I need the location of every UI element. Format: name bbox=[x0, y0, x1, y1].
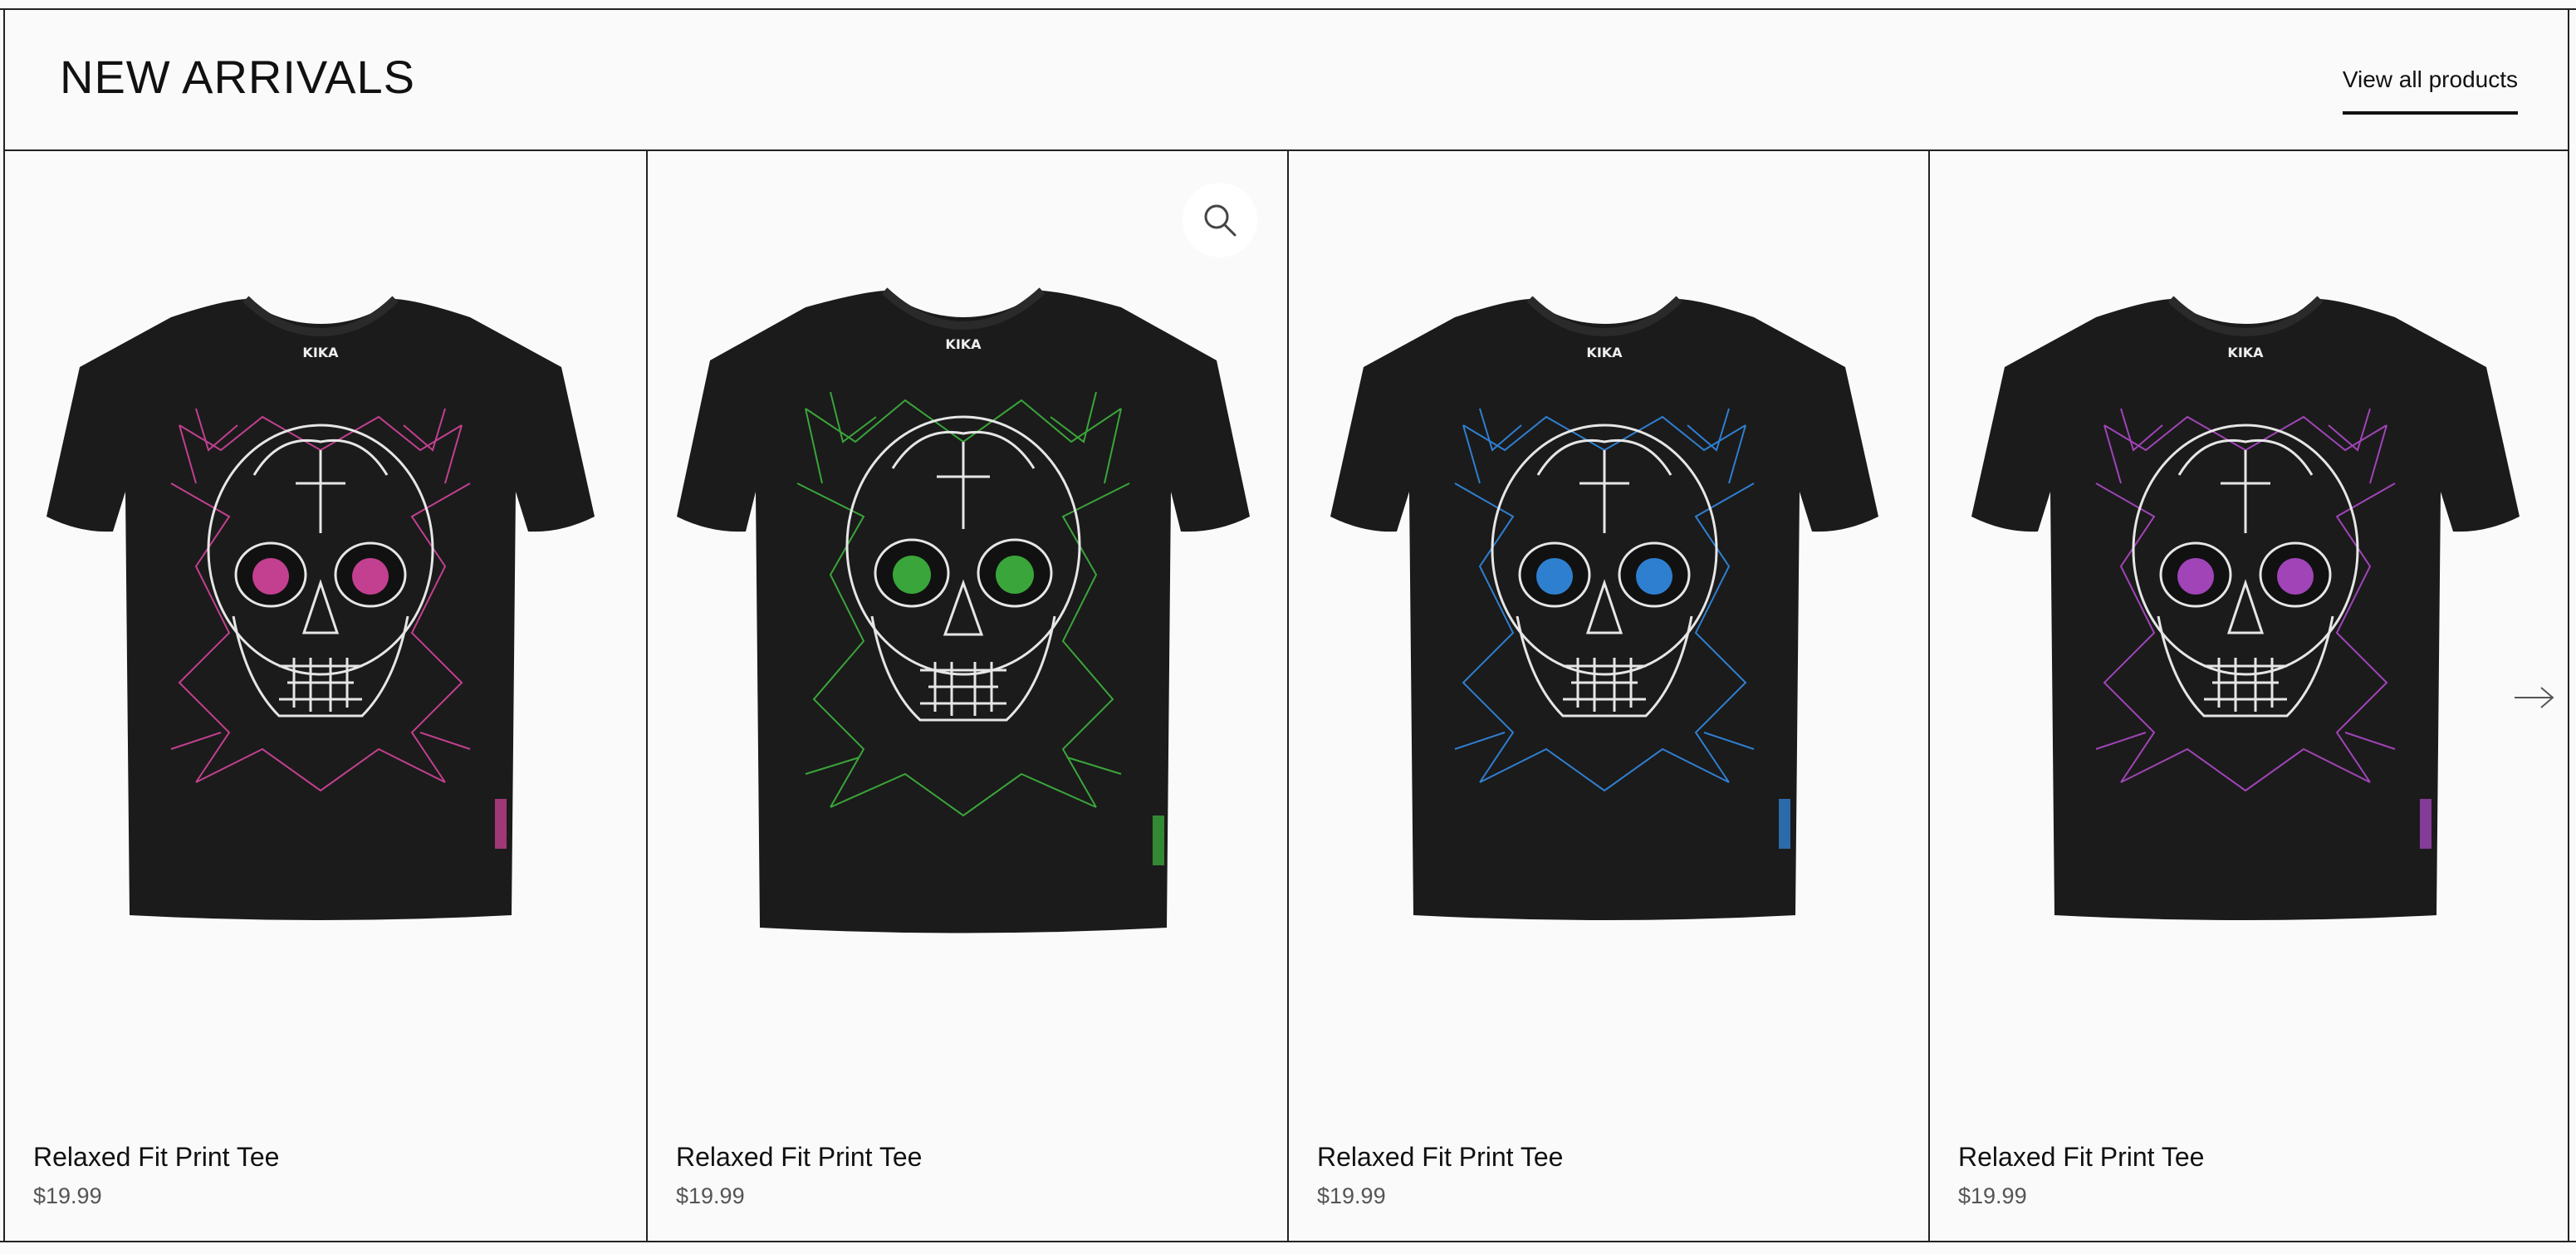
section-header: NEW ARRIVALS View all products bbox=[5, 10, 2568, 151]
product-price: $19.99 bbox=[676, 1183, 745, 1208]
svg-text:KIKA: KIKA bbox=[1586, 345, 1623, 360]
product-image[interactable]: KIKA bbox=[673, 284, 1254, 948]
svg-text:KIKA: KIKA bbox=[302, 345, 339, 360]
quick-view-button[interactable] bbox=[1183, 183, 1257, 257]
top-divider bbox=[0, 0, 2576, 10]
product-card[interactable]: KIKA Relaxed Fit Print Tee $19.99 bbox=[1289, 151, 1930, 1242]
new-arrivals-section: NEW ARRIVALS View all products KIKA Rela… bbox=[3, 10, 2569, 1242]
product-price: $19.99 bbox=[1317, 1183, 1386, 1208]
product-card[interactable]: KIKA Relaxed Fit Print Tee $19.99 bbox=[648, 151, 1289, 1242]
view-all-products-link[interactable]: View all products bbox=[2342, 66, 2518, 115]
bottom-divider bbox=[0, 1241, 2576, 1254]
product-price: $19.99 bbox=[1958, 1183, 2027, 1208]
svg-text:KIKA: KIKA bbox=[2227, 345, 2264, 360]
product-carousel: KIKA Relaxed Fit Print Tee $19.99 KIKA R… bbox=[5, 151, 2568, 1242]
product-price: $19.99 bbox=[33, 1183, 102, 1208]
product-card[interactable]: KIKA Relaxed Fit Print Tee $19.99 bbox=[5, 151, 648, 1242]
section-title: NEW ARRIVALS bbox=[60, 51, 415, 103]
product-image[interactable]: KIKA bbox=[1955, 284, 2536, 948]
svg-text:KIKA: KIKA bbox=[945, 336, 982, 352]
product-image[interactable]: KIKA bbox=[1314, 284, 1895, 948]
product-name[interactable]: Relaxed Fit Print Tee bbox=[676, 1142, 922, 1173]
product-name[interactable]: Relaxed Fit Print Tee bbox=[1317, 1142, 1563, 1173]
product-card[interactable]: KIKA Relaxed Fit Print Tee $19.99 bbox=[1930, 151, 2568, 1242]
product-name[interactable]: Relaxed Fit Print Tee bbox=[1958, 1142, 2204, 1173]
product-name[interactable]: Relaxed Fit Print Tee bbox=[33, 1142, 279, 1173]
arrow-right-icon[interactable] bbox=[2511, 683, 2558, 713]
search-icon bbox=[1204, 204, 1237, 237]
product-image[interactable]: KIKA bbox=[30, 284, 611, 948]
